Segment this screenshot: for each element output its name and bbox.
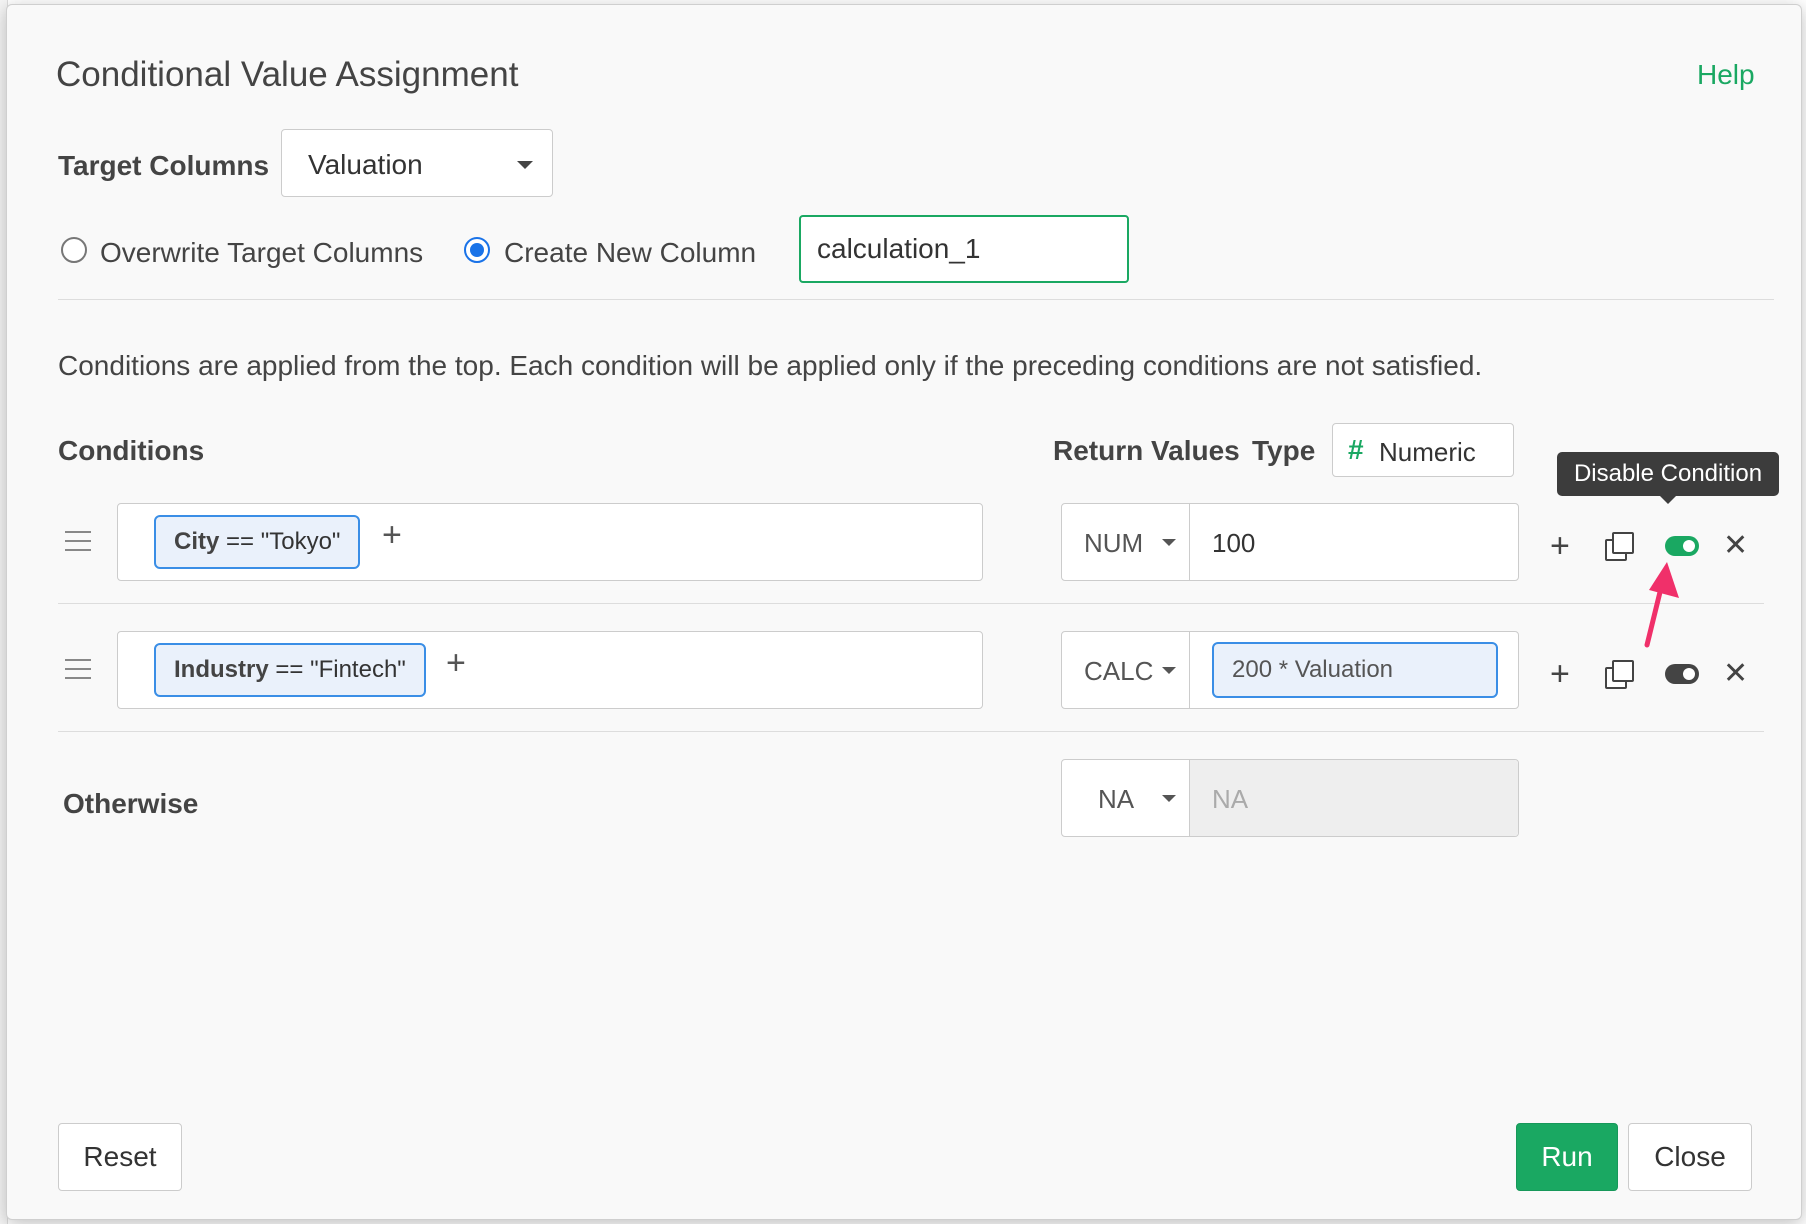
row-separator — [58, 731, 1764, 732]
create-new-column-radio[interactable] — [464, 237, 490, 263]
condition-operator: == — [275, 656, 304, 683]
run-button[interactable]: Run — [1516, 1123, 1618, 1191]
condition-row-2[interactable]: Industry == "Fintech" + — [117, 631, 983, 709]
conditions-description: Conditions are applied from the top. Eac… — [58, 350, 1483, 381]
toggle-enabled-icon[interactable] — [1665, 664, 1699, 684]
target-columns-label: Target Columns — [58, 150, 270, 181]
row-separator — [58, 603, 1764, 604]
duplicate-icon[interactable] — [1605, 660, 1634, 689]
caret-down-icon — [1162, 795, 1176, 802]
return-value-type: CALC — [1084, 656, 1154, 686]
condition-field: City — [174, 528, 220, 555]
create-new-column-label[interactable]: Create New Column — [504, 237, 756, 269]
return-value-type-select[interactable]: CALC — [1062, 632, 1190, 708]
return-value-type-select[interactable]: NUM — [1062, 504, 1190, 580]
numeric-hash-icon: # — [1348, 434, 1364, 465]
caret-down-icon — [1162, 539, 1176, 546]
otherwise-placeholder: NA — [1212, 784, 1249, 814]
new-column-name-input[interactable] — [799, 215, 1129, 283]
divider — [58, 299, 1774, 300]
return-value-input[interactable]: 100 — [1212, 528, 1255, 559]
remove-row-close-icon[interactable]: ✕ — [1723, 659, 1748, 689]
otherwise-return-value: NA NA — [1061, 759, 1519, 837]
caret-down-icon — [517, 161, 533, 169]
return-type-select[interactable]: # Numeric — [1332, 423, 1514, 477]
conditions-header: Conditions — [58, 435, 205, 466]
disable-condition-tooltip: Disable Condition — [1557, 452, 1779, 504]
return-values-header: Return Values — [1053, 435, 1240, 466]
duplicate-icon[interactable] — [1605, 532, 1634, 561]
condition-value: "Tokyo" — [260, 528, 341, 555]
add-condition-plus-icon[interactable]: + — [382, 516, 402, 555]
drag-handle-icon[interactable] — [65, 659, 91, 679]
target-columns-value: Valuation — [308, 149, 423, 180]
condition-chip[interactable]: Industry == "Fintech" — [154, 643, 426, 697]
remove-row-close-icon[interactable]: ✕ — [1723, 531, 1748, 561]
return-value-row-2: CALC 200 * Valuation — [1061, 631, 1519, 709]
help-link[interactable]: Help — [1697, 59, 1755, 91]
return-value-type: NUM — [1084, 528, 1144, 558]
otherwise-value-input: NA — [1190, 760, 1518, 836]
condition-row-1[interactable]: City == "Tokyo" + — [117, 503, 983, 581]
return-value-row-1: NUM 100 — [1061, 503, 1519, 581]
add-row-plus-icon[interactable]: + — [1550, 657, 1570, 691]
type-header: Type — [1252, 435, 1316, 466]
reset-button[interactable]: Reset — [58, 1123, 182, 1191]
overwrite-radio[interactable] — [61, 237, 87, 263]
target-columns-select[interactable]: Valuation — [281, 129, 553, 197]
condition-value: "Fintech" — [310, 656, 406, 683]
condition-chip[interactable]: City == "Tokyo" — [154, 515, 361, 569]
condition-operator: == — [226, 528, 255, 555]
condition-field: Industry — [174, 656, 269, 683]
overwrite-radio-label[interactable]: Overwrite Target Columns — [100, 237, 423, 269]
dialog-title: Conditional Value Assignment — [56, 55, 519, 94]
pointer-arrow-icon — [1644, 562, 1679, 648]
close-button[interactable]: Close — [1628, 1123, 1752, 1191]
otherwise-label: Otherwise — [63, 788, 199, 819]
return-value-type-select[interactable]: NA — [1062, 760, 1190, 836]
return-type-value: Numeric — [1379, 437, 1476, 467]
calculation-input[interactable]: 200 * Valuation — [1212, 642, 1498, 698]
add-condition-plus-icon[interactable]: + — [446, 644, 466, 683]
add-row-plus-icon[interactable]: + — [1550, 529, 1570, 563]
toggle-enabled-icon[interactable] — [1665, 536, 1699, 556]
drag-handle-icon[interactable] — [65, 531, 91, 551]
conditional-value-assignment-dialog: Conditional Value Assignment Help Target… — [6, 4, 1802, 1220]
return-value-type: NA — [1098, 784, 1135, 814]
caret-down-icon — [1162, 667, 1176, 674]
